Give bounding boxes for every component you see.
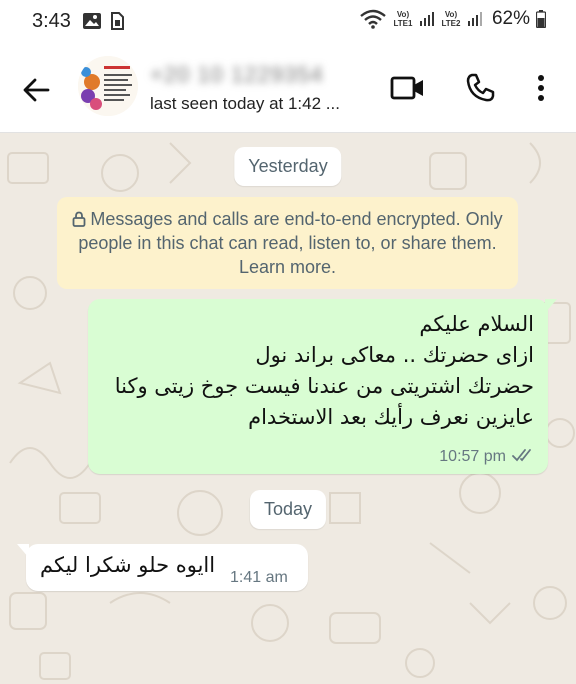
sim1-label: Vo) LTE1	[393, 10, 413, 28]
outgoing-message[interactable]: السلام عليكم ازاى حضرتك .. معاكى براند ن…	[88, 299, 557, 474]
avatar-image-icon	[78, 56, 138, 116]
battery-percent: 62%	[491, 8, 530, 29]
voice-call-icon[interactable]	[464, 72, 496, 104]
outgoing-message-text: السلام عليكم ازاى حضرتك .. معاكى براند ن…	[115, 309, 534, 433]
back-arrow-icon[interactable]	[20, 74, 52, 106]
message-line: حضرتك اشتريتى من عندنا فيست جوخ زيتى وكن…	[114, 374, 534, 398]
status-bar: 3:43 Vo) LTE1 Vo) LTE2 62%	[0, 0, 576, 44]
bubble-tail	[545, 299, 557, 313]
encryption-notice[interactable]: Messages and calls are end-to-end encryp…	[57, 197, 518, 289]
message-line: ازاى حضرتك .. معاكى براند نول	[255, 343, 534, 367]
contact-name[interactable]: +20 10 1229354	[150, 62, 324, 88]
image-notification-icon	[83, 13, 101, 29]
last-seen-status[interactable]: last seen today at 1:42 ...	[150, 94, 340, 114]
chat-area[interactable]: Yesterday Messages and calls are end-to-…	[0, 133, 576, 684]
wifi-icon	[360, 9, 386, 29]
sim2-label: Vo) LTE2	[441, 10, 461, 28]
message-line: السلام عليكم	[419, 312, 534, 336]
lock-icon	[72, 211, 86, 227]
contact-avatar[interactable]	[78, 56, 138, 116]
date-separator-yesterday: Yesterday	[234, 147, 342, 186]
battery-icon	[536, 10, 546, 28]
video-call-icon[interactable]	[390, 72, 426, 104]
chat-header: +20 10 1229354 last seen today at 1:42 .…	[0, 44, 576, 133]
bubble-tail	[17, 544, 29, 558]
signal-2-icon	[467, 12, 482, 26]
status-time: 3:43	[32, 10, 71, 32]
status-right: Vo) LTE1 Vo) LTE2 62%	[360, 8, 546, 30]
incoming-message-text: اايوه حلو شكرا ليكم	[40, 553, 216, 577]
message-line: عايزين نعرف رأيك بعد الاستخدام	[248, 405, 534, 429]
outgoing-message-time: 10:57 pm	[439, 448, 506, 465]
incoming-message[interactable]: اايوه حلو شكرا ليكم 1:41 am	[17, 544, 308, 591]
date-separator-today: Today	[249, 490, 327, 529]
read-receipt-icon	[512, 449, 531, 462]
encryption-notice-text: Messages and calls are end-to-end encryp…	[78, 209, 503, 277]
more-options-icon[interactable]	[536, 74, 546, 104]
incoming-message-time: 1:41 am	[230, 569, 288, 586]
sim-card-icon	[111, 12, 124, 30]
signal-1-icon	[419, 12, 434, 26]
